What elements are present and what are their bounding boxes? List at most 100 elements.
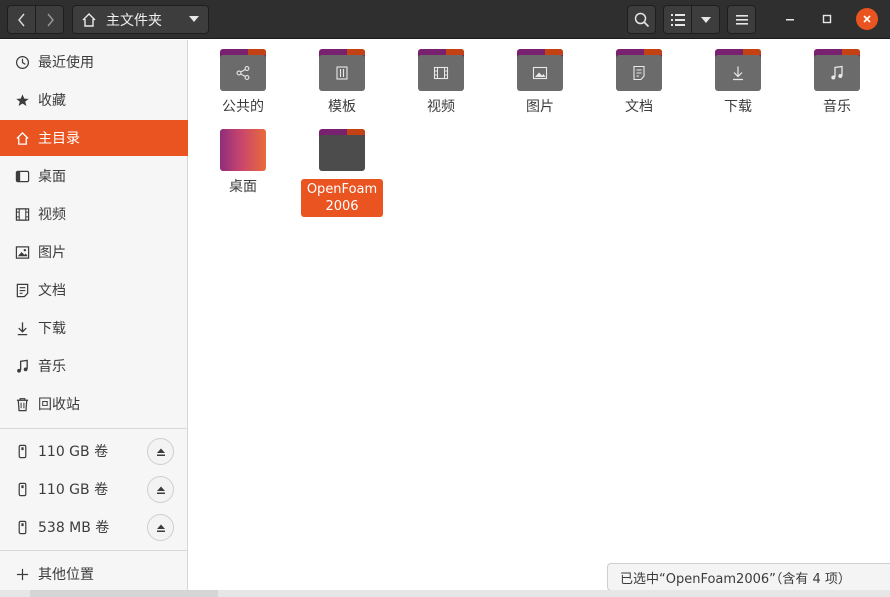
sidebar-item-documents[interactable]: 文档	[0, 272, 188, 308]
chevron-down-icon	[189, 16, 199, 22]
maximize-icon	[822, 14, 832, 24]
film-icon	[14, 206, 30, 222]
sidebar-item-label: 收藏	[38, 93, 66, 109]
search-button[interactable]	[627, 5, 656, 34]
file-item-openfoam2006[interactable]: OpenFoam 2006	[299, 129, 385, 217]
sidebar-item-label: 110 GB 卷	[38, 482, 109, 498]
close-button[interactable]	[856, 8, 878, 30]
download-icon	[733, 66, 743, 81]
sidebar-item-label: 110 GB 卷	[38, 444, 109, 460]
trash-icon	[14, 396, 30, 412]
plus-icon	[14, 566, 30, 582]
sidebar-item-desktop[interactable]: 桌面	[0, 158, 188, 194]
file-item-pictures[interactable]: 图片	[497, 49, 583, 116]
folder-icon	[616, 49, 662, 91]
home-icon	[14, 130, 30, 146]
sidebar-item-trash[interactable]: 回收站	[0, 386, 188, 422]
sidebar-item-label: 视频	[38, 207, 66, 223]
sidebar-item-music[interactable]: 音乐	[0, 348, 188, 384]
status-text: 已选中“OpenFoam2006”（含有 4 项）	[620, 571, 851, 587]
chevron-left-icon	[17, 13, 25, 26]
sidebar-item-downloads[interactable]: 下载	[0, 310, 188, 346]
sidebar-item-other-locations[interactable]: 其他位置	[0, 556, 188, 592]
file-item-public[interactable]: 公共的	[200, 49, 286, 116]
file-name: 文档	[625, 99, 653, 115]
file-view: 公共的 模板 视频 图片 文档 下载 音乐 桌面 OpenFoam 2006	[189, 40, 890, 597]
music-icon	[831, 65, 843, 80]
sidebar-item-pictures[interactable]: 图片	[0, 234, 188, 270]
picture-icon	[14, 244, 30, 260]
document-icon	[633, 65, 645, 81]
main-menu-button[interactable]	[727, 5, 756, 34]
file-item-documents[interactable]: 文档	[596, 49, 682, 116]
usb-drive-icon	[14, 519, 30, 535]
sidebar-item-volume-3[interactable]: 538 MB 卷	[0, 509, 188, 545]
sidebar-item-home[interactable]: 主目录	[0, 120, 188, 156]
sidebar-divider	[0, 428, 188, 429]
file-name: 视频	[427, 99, 455, 115]
path-label: 主文件夹	[106, 12, 162, 29]
picture-icon	[532, 66, 548, 80]
minimize-button[interactable]	[779, 8, 801, 30]
folder-icon	[220, 49, 266, 91]
file-name: 图片	[526, 99, 554, 115]
sidebar-item-label: 音乐	[38, 359, 66, 375]
file-name: 音乐	[823, 99, 851, 115]
back-button[interactable]	[7, 5, 36, 34]
sidebar-item-label: 图片	[38, 245, 66, 261]
sidebar-item-label: 下载	[38, 321, 66, 337]
sidebar-item-label: 回收站	[38, 397, 80, 413]
file-item-videos[interactable]: 视频	[398, 49, 484, 116]
eject-button[interactable]	[147, 438, 174, 465]
sidebar-item-volume-1[interactable]: 110 GB 卷	[0, 433, 188, 469]
sidebar-item-volume-2[interactable]: 110 GB 卷	[0, 471, 188, 507]
forward-button[interactable]	[35, 5, 64, 34]
sidebar-item-label: 538 MB 卷	[38, 520, 110, 536]
file-item-desktop[interactable]: 桌面	[200, 129, 286, 196]
file-name: 下载	[724, 99, 752, 115]
sidebar: 最近使用 收藏 主目录 桌面 视频 图片 文档 下载 音乐 回收站 110 GB…	[0, 40, 188, 597]
folder-icon	[517, 49, 563, 91]
eject-button[interactable]	[147, 476, 174, 503]
search-icon	[634, 12, 649, 27]
sidebar-item-recent[interactable]: 最近使用	[0, 44, 188, 80]
folder-icon	[418, 49, 464, 91]
file-item-music[interactable]: 音乐	[794, 49, 880, 116]
sidebar-item-label: 其他位置	[38, 567, 94, 583]
music-icon	[14, 358, 30, 374]
minimize-icon	[786, 19, 794, 21]
path-bar-home[interactable]: 主文件夹	[72, 5, 209, 34]
star-icon	[14, 92, 30, 108]
header-bar: 主文件夹	[0, 0, 890, 39]
folder-icon	[319, 129, 365, 171]
home-icon	[82, 12, 96, 27]
view-options-button[interactable]	[691, 5, 720, 34]
sidebar-item-label: 最近使用	[38, 55, 94, 71]
status-bar: 已选中“OpenFoam2006”（含有 4 项）	[607, 563, 890, 591]
file-name: 模板	[328, 99, 356, 115]
folder-icon	[319, 49, 365, 91]
desktop-icon	[14, 168, 30, 184]
sidebar-item-label: 桌面	[38, 169, 66, 185]
eject-button[interactable]	[147, 514, 174, 541]
usb-drive-icon	[14, 481, 30, 497]
file-name: 桌面	[229, 179, 257, 195]
sidebar-divider	[0, 550, 188, 551]
file-item-downloads[interactable]: 下载	[695, 49, 781, 116]
eject-icon	[156, 448, 165, 456]
sidebar-item-label: 文档	[38, 283, 66, 299]
sidebar-item-starred[interactable]: 收藏	[0, 82, 188, 118]
template-icon	[336, 66, 348, 80]
sidebar-item-label: 主目录	[38, 131, 80, 147]
close-icon	[863, 15, 871, 23]
document-icon	[14, 282, 30, 298]
file-name: OpenFoam 2006	[301, 179, 383, 217]
hamburger-menu-icon	[735, 14, 748, 25]
list-view-button[interactable]	[663, 5, 692, 34]
maximize-button[interactable]	[816, 8, 838, 30]
eject-icon	[156, 524, 165, 532]
file-item-templates[interactable]: 模板	[299, 49, 385, 116]
folder-icon	[814, 49, 860, 91]
sidebar-item-videos[interactable]: 视频	[0, 196, 188, 232]
desktop-folder-icon	[220, 129, 266, 171]
